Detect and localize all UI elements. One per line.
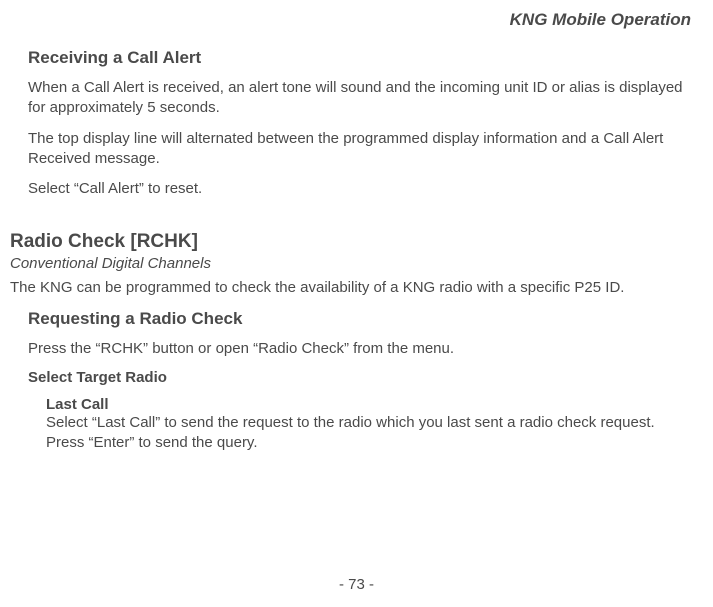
last-call-heading: Last Call xyxy=(46,396,695,413)
section-receiving-call-alert-heading: Receiving a Call Alert xyxy=(28,48,695,68)
page-header-title: KNG Mobile Operation xyxy=(10,10,695,30)
page-number: - 73 - xyxy=(0,576,713,593)
section-radio-check-heading: Radio Check [RCHK] xyxy=(10,231,695,253)
body-para-3: Select “Call Alert” to reset. xyxy=(28,179,695,199)
select-target-radio-heading: Select Target Radio xyxy=(28,369,695,386)
section-radio-check-intro: The KNG can be programmed to check the a… xyxy=(10,278,695,298)
body-para-2: The top display line will alternated bet… xyxy=(28,129,695,170)
last-call-body: Select “Last Call” to send the request t… xyxy=(46,413,695,454)
body-para-1: When a Call Alert is received, an alert … xyxy=(28,78,695,119)
subsection-requesting-body: Press the “RCHK” button or open “Radio C… xyxy=(28,339,695,359)
subsection-requesting-radio-check-heading: Requesting a Radio Check xyxy=(28,309,695,329)
section-radio-check-subtitle: Conventional Digital Channels xyxy=(10,255,695,272)
